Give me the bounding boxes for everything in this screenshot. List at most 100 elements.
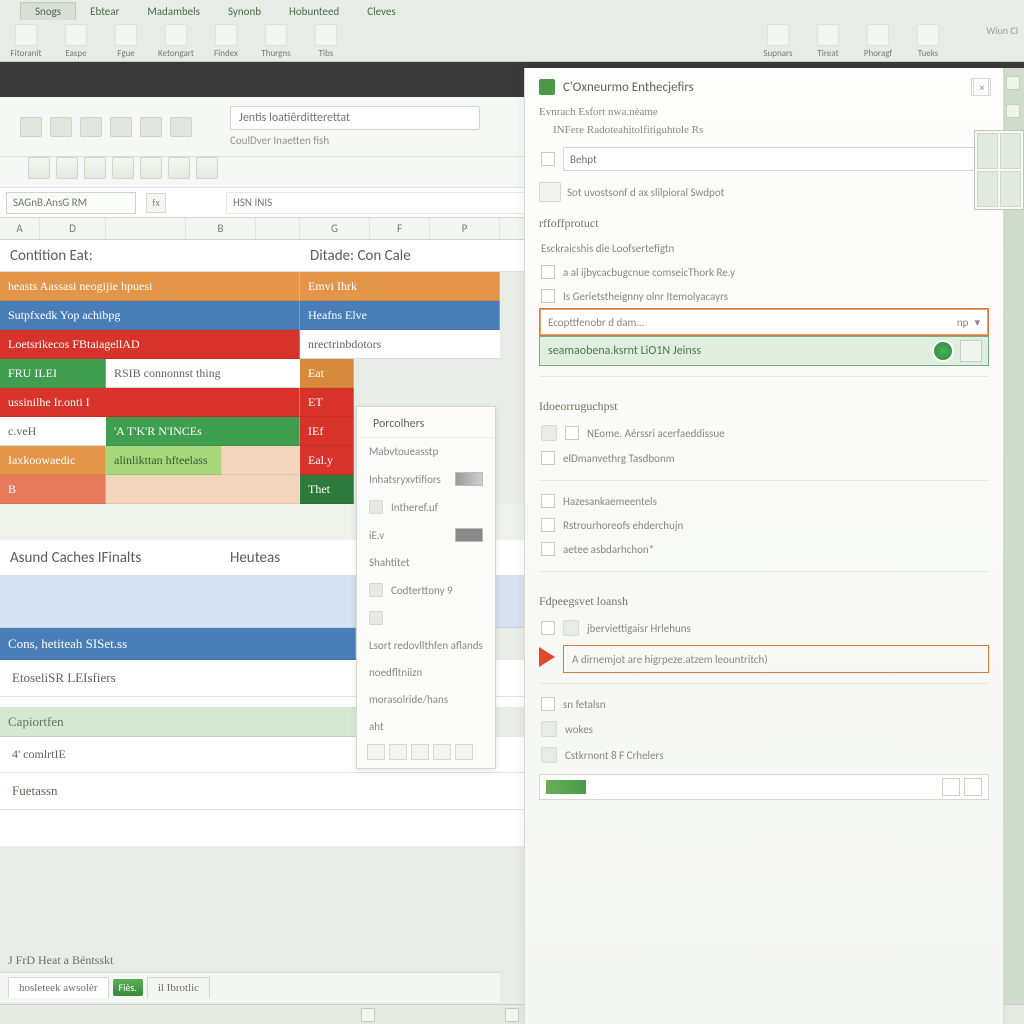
cell[interactable]: ussinilhe Ir.onti I <box>0 388 300 417</box>
tool-icon[interactable] <box>140 117 162 137</box>
cell[interactable] <box>222 446 300 475</box>
ribbon-btn-icon[interactable] <box>867 24 889 46</box>
cell[interactable]: Heafns Elve <box>300 301 500 330</box>
checkbox[interactable] <box>541 518 555 532</box>
tool-icon[interactable] <box>170 117 192 137</box>
checkbox[interactable] <box>541 542 555 556</box>
col-g[interactable]: G <box>300 218 370 239</box>
menu-item[interactable]: noedfltniizn <box>357 659 495 686</box>
cell[interactable]: alinlikttan hfteelass <box>106 446 222 475</box>
thumbnail[interactable] <box>977 133 998 169</box>
col-d[interactable]: D <box>40 218 106 239</box>
highlighted-option[interactable]: A dirnemjot are higrpeze.atzem leountrit… <box>563 645 989 673</box>
ribbon-btn-icon[interactable] <box>767 24 789 46</box>
col-p[interactable]: P <box>430 218 500 239</box>
menu-item[interactable]: Shahtitet <box>357 549 495 576</box>
scroll-handle[interactable] <box>361 1008 375 1022</box>
swatch[interactable] <box>455 744 473 760</box>
pane-footer-input[interactable] <box>539 774 989 800</box>
badge-icon[interactable] <box>539 182 561 202</box>
glyph-icon[interactable] <box>28 157 50 179</box>
col-x1[interactable] <box>106 218 186 239</box>
pane-input[interactable] <box>563 147 987 171</box>
menu-item[interactable]: aht <box>357 713 495 740</box>
cell[interactable]: ET <box>300 388 354 417</box>
scroll-handle[interactable] <box>505 1008 519 1022</box>
menu-item[interactable]: morasolride/hans <box>357 686 495 713</box>
sheet-tab2[interactable]: il Ibrotlic <box>147 977 210 998</box>
cell[interactable]: B <box>0 475 106 504</box>
cell[interactable]: c.veH <box>0 417 106 446</box>
tab-item[interactable]: Cleves <box>353 3 409 20</box>
cell[interactable]: heasts Aassasi neogijie hpuesi <box>0 272 300 301</box>
glyph-icon[interactable] <box>168 157 190 179</box>
glyph-icon[interactable] <box>112 157 134 179</box>
swatch[interactable] <box>367 744 385 760</box>
stepper-button[interactable] <box>942 778 960 796</box>
tab-item[interactable]: Synonb <box>214 3 275 20</box>
swatch[interactable] <box>389 744 407 760</box>
fx-icon[interactable]: fx <box>146 193 166 213</box>
thumbnail[interactable] <box>1000 171 1021 207</box>
green-row[interactable]: Capiortfen <box>0 707 356 737</box>
tool-icon[interactable] <box>50 117 72 137</box>
thumbnail[interactable] <box>977 171 998 207</box>
checkbox[interactable] <box>565 426 579 440</box>
stepper-button[interactable] <box>964 778 982 796</box>
checkbox[interactable] <box>541 697 555 711</box>
cell[interactable]: Emvi Ihrk <box>300 272 500 301</box>
glyph-icon[interactable] <box>56 157 78 179</box>
ribbon-btn-icon[interactable] <box>15 24 37 46</box>
gutter-icon[interactable] <box>1006 104 1020 118</box>
ribbon-btn-icon[interactable] <box>115 24 137 46</box>
search-input[interactable] <box>230 106 480 130</box>
col-a[interactable]: A <box>0 218 40 239</box>
swatch[interactable] <box>411 744 429 760</box>
checkbox[interactable] <box>541 289 555 303</box>
cell[interactable]: nrectrinbdotors <box>300 330 500 359</box>
menu-item[interactable]: Codterttony 9 <box>357 576 495 604</box>
menu-item[interactable]: Mabvtoueasstp <box>357 438 495 465</box>
ribbon-btn-icon[interactable] <box>165 24 187 46</box>
glyph-icon[interactable] <box>140 157 162 179</box>
close-icon[interactable]: × <box>973 78 991 96</box>
menu-item[interactable]: Intheref.uf <box>357 493 495 521</box>
tab-item[interactable]: Ebtear <box>76 3 133 20</box>
menu-item[interactable] <box>357 604 495 632</box>
glyph-icon[interactable] <box>84 157 106 179</box>
highlighted-input[interactable]: Ecopttfenobr d dam… np▾ <box>539 308 989 336</box>
sheet-tab[interactable]: hosleteek awsolèr <box>8 977 109 998</box>
cell[interactable]: 'A T'K'R N'INCEs <box>106 417 300 446</box>
tab-item[interactable]: Hobunteed <box>275 3 353 20</box>
cell[interactable]: FRU ILEI <box>0 359 106 388</box>
cell[interactable]: Eat <box>300 359 354 388</box>
ribbon-btn-icon[interactable] <box>65 24 87 46</box>
cell[interactable]: Thet <box>300 475 354 504</box>
cell[interactable]: Loetsrikecos FBtaiagellAD <box>0 330 300 359</box>
tool-icon[interactable] <box>20 117 42 137</box>
ribbon-btn-icon[interactable] <box>917 24 939 46</box>
tool-icon[interactable] <box>80 117 102 137</box>
thumbnail[interactable] <box>1000 133 1021 169</box>
col-b[interactable]: B <box>186 218 256 239</box>
ribbon-btn-icon[interactable] <box>265 24 287 46</box>
checkbox[interactable] <box>541 265 555 279</box>
glyph-icon[interactable] <box>196 157 218 179</box>
ribbon-btn-icon[interactable] <box>215 24 237 46</box>
tool-icon[interactable] <box>110 117 132 137</box>
cell[interactable]: Eal.y <box>300 446 354 475</box>
cell[interactable]: Iaxkoowaedic <box>0 446 106 475</box>
swatch[interactable] <box>433 744 451 760</box>
checkbox[interactable] <box>541 451 555 465</box>
blue-section-row[interactable]: Cons, hetiteah SISet.ss <box>0 628 356 660</box>
col-f[interactable]: F <box>370 218 430 239</box>
checkbox[interactable] <box>541 621 555 635</box>
tab-primary[interactable]: Snogs <box>20 2 76 20</box>
namebox[interactable]: SAGnB.AnsG RM <box>6 192 136 214</box>
highlighted-result[interactable]: seamaobena.ksrnt LiO1N Jeinss <box>539 336 989 366</box>
tab-item[interactable]: Madambels <box>133 3 214 20</box>
cell[interactable]: IEf <box>300 417 354 446</box>
cell[interactable] <box>106 475 300 504</box>
checkbox[interactable] <box>541 152 555 166</box>
gutter-icon[interactable] <box>1006 76 1020 90</box>
